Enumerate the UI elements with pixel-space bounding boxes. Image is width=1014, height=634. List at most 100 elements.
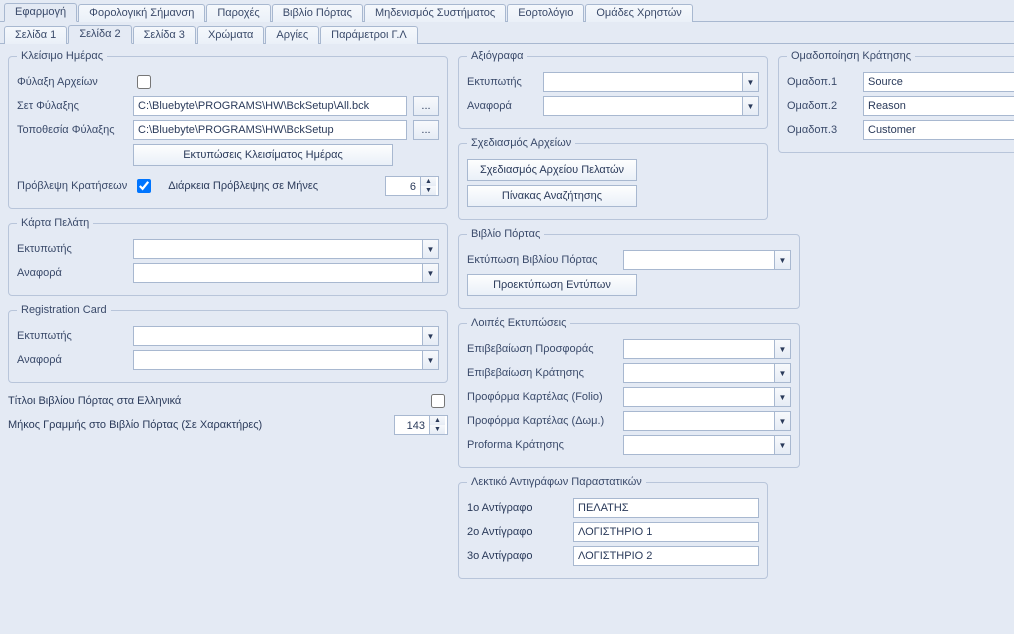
other-print-combo[interactable]: ▼ xyxy=(623,387,791,407)
reservation-grouping-group: Ομαδοποίηση Κράτησης Ομαδοπ.1 ▼ Ομαδοπ.2 ▼ Ο… xyxy=(778,50,1014,153)
sub-tab[interactable]: Αργίες xyxy=(265,26,319,44)
chevron-down-icon[interactable]: ▼ xyxy=(422,264,438,282)
doorbook-greek-titles-label: Τίτλοι Βιβλίου Πόρτας στα Ελληνικά xyxy=(8,395,421,407)
spin-up-icon[interactable]: ▲ xyxy=(421,177,436,186)
forecast-checkbox[interactable] xyxy=(137,179,151,193)
forecast-months-stepper[interactable]: ▲▼ xyxy=(385,176,439,196)
archive-checkbox[interactable] xyxy=(137,75,151,89)
copy-text-input[interactable] xyxy=(573,498,759,518)
day-close-group: Κλείσιμο Ημέρας Φύλαξη Αρχείων Σετ Φύλαξ… xyxy=(8,50,448,209)
ax-printer-label: Εκτυπωτής xyxy=(467,76,537,88)
doorbook-linelen-input[interactable] xyxy=(395,416,429,436)
top-tab[interactable]: Βιβλίο Πόρτας xyxy=(272,4,363,22)
cc-report-label: Αναφορά xyxy=(17,267,127,279)
customer-card-legend: Κάρτα Πελάτη xyxy=(17,217,93,229)
spin-down-icon[interactable]: ▼ xyxy=(430,425,445,434)
top-tab-row: ΕφαρμογήΦορολογική ΣήμανσηΠαροχέςΒιβλίο … xyxy=(0,0,1014,22)
copy-texts-group: Λεκτικό Αντιγράφων Παραστατικών 1ο Αντίγ… xyxy=(458,476,768,579)
other-print-label: Προφόρμα Καρτέλας (Δωμ.) xyxy=(467,415,617,427)
reservation-grouping-legend: Ομαδοποίηση Κράτησης xyxy=(787,50,915,62)
spin-up-icon[interactable]: ▲ xyxy=(430,416,445,425)
copy-text-input[interactable] xyxy=(573,522,759,542)
backup-location-label: Τοποθεσία Φύλαξης xyxy=(17,124,127,136)
backup-location-input[interactable] xyxy=(133,120,407,140)
axiografa-group: Αξιόγραφα Εκτυπωτής ▼ Αναφορά ▼ xyxy=(458,50,768,129)
ax-report-label: Αναφορά xyxy=(467,100,537,112)
top-tab[interactable]: Μηδενισμός Συστήματος xyxy=(364,4,506,22)
doorbook-print-combo[interactable]: ▼ xyxy=(623,250,791,270)
registration-card-legend: Registration Card xyxy=(17,304,111,316)
door-book-group: Βιβλίο Πόρτας Εκτύπωση Βιβλίου Πόρτας ▼ … xyxy=(458,228,800,309)
sub-tab[interactable]: Σελίδα 1 xyxy=(4,26,67,44)
grouping-label: Ομαδοπ.3 xyxy=(787,124,857,136)
backup-set-browse-button[interactable]: ... xyxy=(413,96,439,116)
doorbook-greek-titles-checkbox[interactable] xyxy=(431,394,445,408)
other-prints-group: Λοιπές Εκτυπώσεις Επιβεβαίωση Προσφοράς ▼… xyxy=(458,317,800,468)
other-print-combo[interactable]: ▼ xyxy=(623,363,791,383)
other-print-combo[interactable]: ▼ xyxy=(623,411,791,431)
spin-down-icon[interactable]: ▼ xyxy=(421,186,436,195)
registration-card-group: Registration Card Εκτυπωτής ▼ Αναφορά ▼ xyxy=(8,304,448,383)
rc-printer-label: Εκτυπωτής xyxy=(17,330,127,342)
customer-card-group: Κάρτα Πελάτη Εκτυπωτής ▼ Αναφορά ▼ xyxy=(8,217,448,296)
forecast-label: Πρόβλεψη Κρατήσεων xyxy=(17,180,127,192)
door-book-legend: Βιβλίο Πόρτας xyxy=(467,228,544,240)
chevron-down-icon[interactable]: ▼ xyxy=(742,97,758,115)
other-print-combo[interactable]: ▼ xyxy=(623,339,791,359)
grouping-combo[interactable]: ▼ xyxy=(863,72,1014,92)
customer-file-design-button[interactable]: Σχεδιασμός Αρχείου Πελατών xyxy=(467,159,637,181)
other-print-label: Επιβεβαίωση Κράτησης xyxy=(467,367,617,379)
sub-tab[interactable]: Χρώματα xyxy=(197,26,264,44)
grouping-label: Ομαδοπ.2 xyxy=(787,100,857,112)
chevron-down-icon[interactable]: ▼ xyxy=(422,240,438,258)
doorbook-linelen-stepper[interactable]: ▲▼ xyxy=(394,415,448,435)
top-tab[interactable]: Παροχές xyxy=(206,4,270,22)
copy-label: 3ο Αντίγραφο xyxy=(467,550,567,562)
ax-report-combo[interactable]: ▼ xyxy=(543,96,759,116)
search-table-button[interactable]: Πίνακας Αναζήτησης xyxy=(467,185,637,207)
rc-report-label: Αναφορά xyxy=(17,354,127,366)
sub-tab[interactable]: Σελίδα 2 xyxy=(68,25,131,44)
doorbook-print-label: Εκτύπωση Βιβλίου Πόρτας xyxy=(467,254,617,266)
sub-tab[interactable]: Σελίδα 3 xyxy=(133,26,196,44)
doorbook-linelen-label: Μήκος Γραμμής στο Βιβλίο Πόρτας (Σε Χαρα… xyxy=(8,419,388,431)
other-prints-legend: Λοιπές Εκτυπώσεις xyxy=(467,317,570,329)
backup-set-label: Σετ Φύλαξης xyxy=(17,100,127,112)
top-tab[interactable]: Εορτολόγιο xyxy=(507,4,584,22)
copy-texts-legend: Λεκτικό Αντιγράφων Παραστατικών xyxy=(467,476,646,488)
cc-report-combo[interactable]: ▼ xyxy=(133,263,439,283)
sub-tab-row: Σελίδα 1Σελίδα 2Σελίδα 3ΧρώματαΑργίεςΠαρ… xyxy=(0,22,1014,44)
preprint-forms-button[interactable]: Προεκτύπωση Εντύπων xyxy=(467,274,637,296)
chevron-down-icon[interactable]: ▼ xyxy=(742,73,758,91)
chevron-down-icon[interactable]: ▼ xyxy=(422,351,438,369)
forecast-months-input[interactable] xyxy=(386,177,420,197)
other-print-label: Proforma Κράτησης xyxy=(467,439,617,451)
other-print-combo[interactable]: ▼ xyxy=(623,435,791,455)
day-close-legend: Κλείσιμο Ημέρας xyxy=(17,50,107,62)
top-tab[interactable]: Φορολογική Σήμανση xyxy=(78,4,205,22)
grouping-combo[interactable]: ▼ xyxy=(863,120,1014,140)
cc-printer-combo[interactable]: ▼ xyxy=(133,239,439,259)
other-print-label: Επιβεβαίωση Προσφοράς xyxy=(467,343,617,355)
top-tab[interactable]: Εφαρμογή xyxy=(4,3,77,22)
axiografa-legend: Αξιόγραφα xyxy=(467,50,527,62)
rc-printer-combo[interactable]: ▼ xyxy=(133,326,439,346)
copy-label: 1ο Αντίγραφο xyxy=(467,502,567,514)
backup-set-input[interactable] xyxy=(133,96,407,116)
copy-label: 2ο Αντίγραφο xyxy=(467,526,567,538)
grouping-combo[interactable]: ▼ xyxy=(863,96,1014,116)
ax-printer-combo[interactable]: ▼ xyxy=(543,72,759,92)
file-design-group: Σχεδιασμός Αρχείων Σχεδιασμός Αρχείου Πε… xyxy=(458,137,768,220)
forecast-months-label: Διάρκεια Πρόβλεψης σε Μήνες xyxy=(168,180,318,192)
backup-location-browse-button[interactable]: ... xyxy=(413,120,439,140)
top-tab[interactable]: Ομάδες Χρηστών xyxy=(585,4,692,22)
sub-tab[interactable]: Παράμετροι Γ.Λ xyxy=(320,26,418,44)
dayclose-prints-button[interactable]: Εκτυπώσεις Κλεισίματος Ημέρας xyxy=(133,144,393,166)
copy-text-input[interactable] xyxy=(573,546,759,566)
grouping-label: Ομαδοπ.1 xyxy=(787,76,857,88)
archive-label: Φύλαξη Αρχείων xyxy=(17,76,127,88)
chevron-down-icon[interactable]: ▼ xyxy=(422,327,438,345)
cc-printer-label: Εκτυπωτής xyxy=(17,243,127,255)
file-design-legend: Σχεδιασμός Αρχείων xyxy=(467,137,575,149)
rc-report-combo[interactable]: ▼ xyxy=(133,350,439,370)
